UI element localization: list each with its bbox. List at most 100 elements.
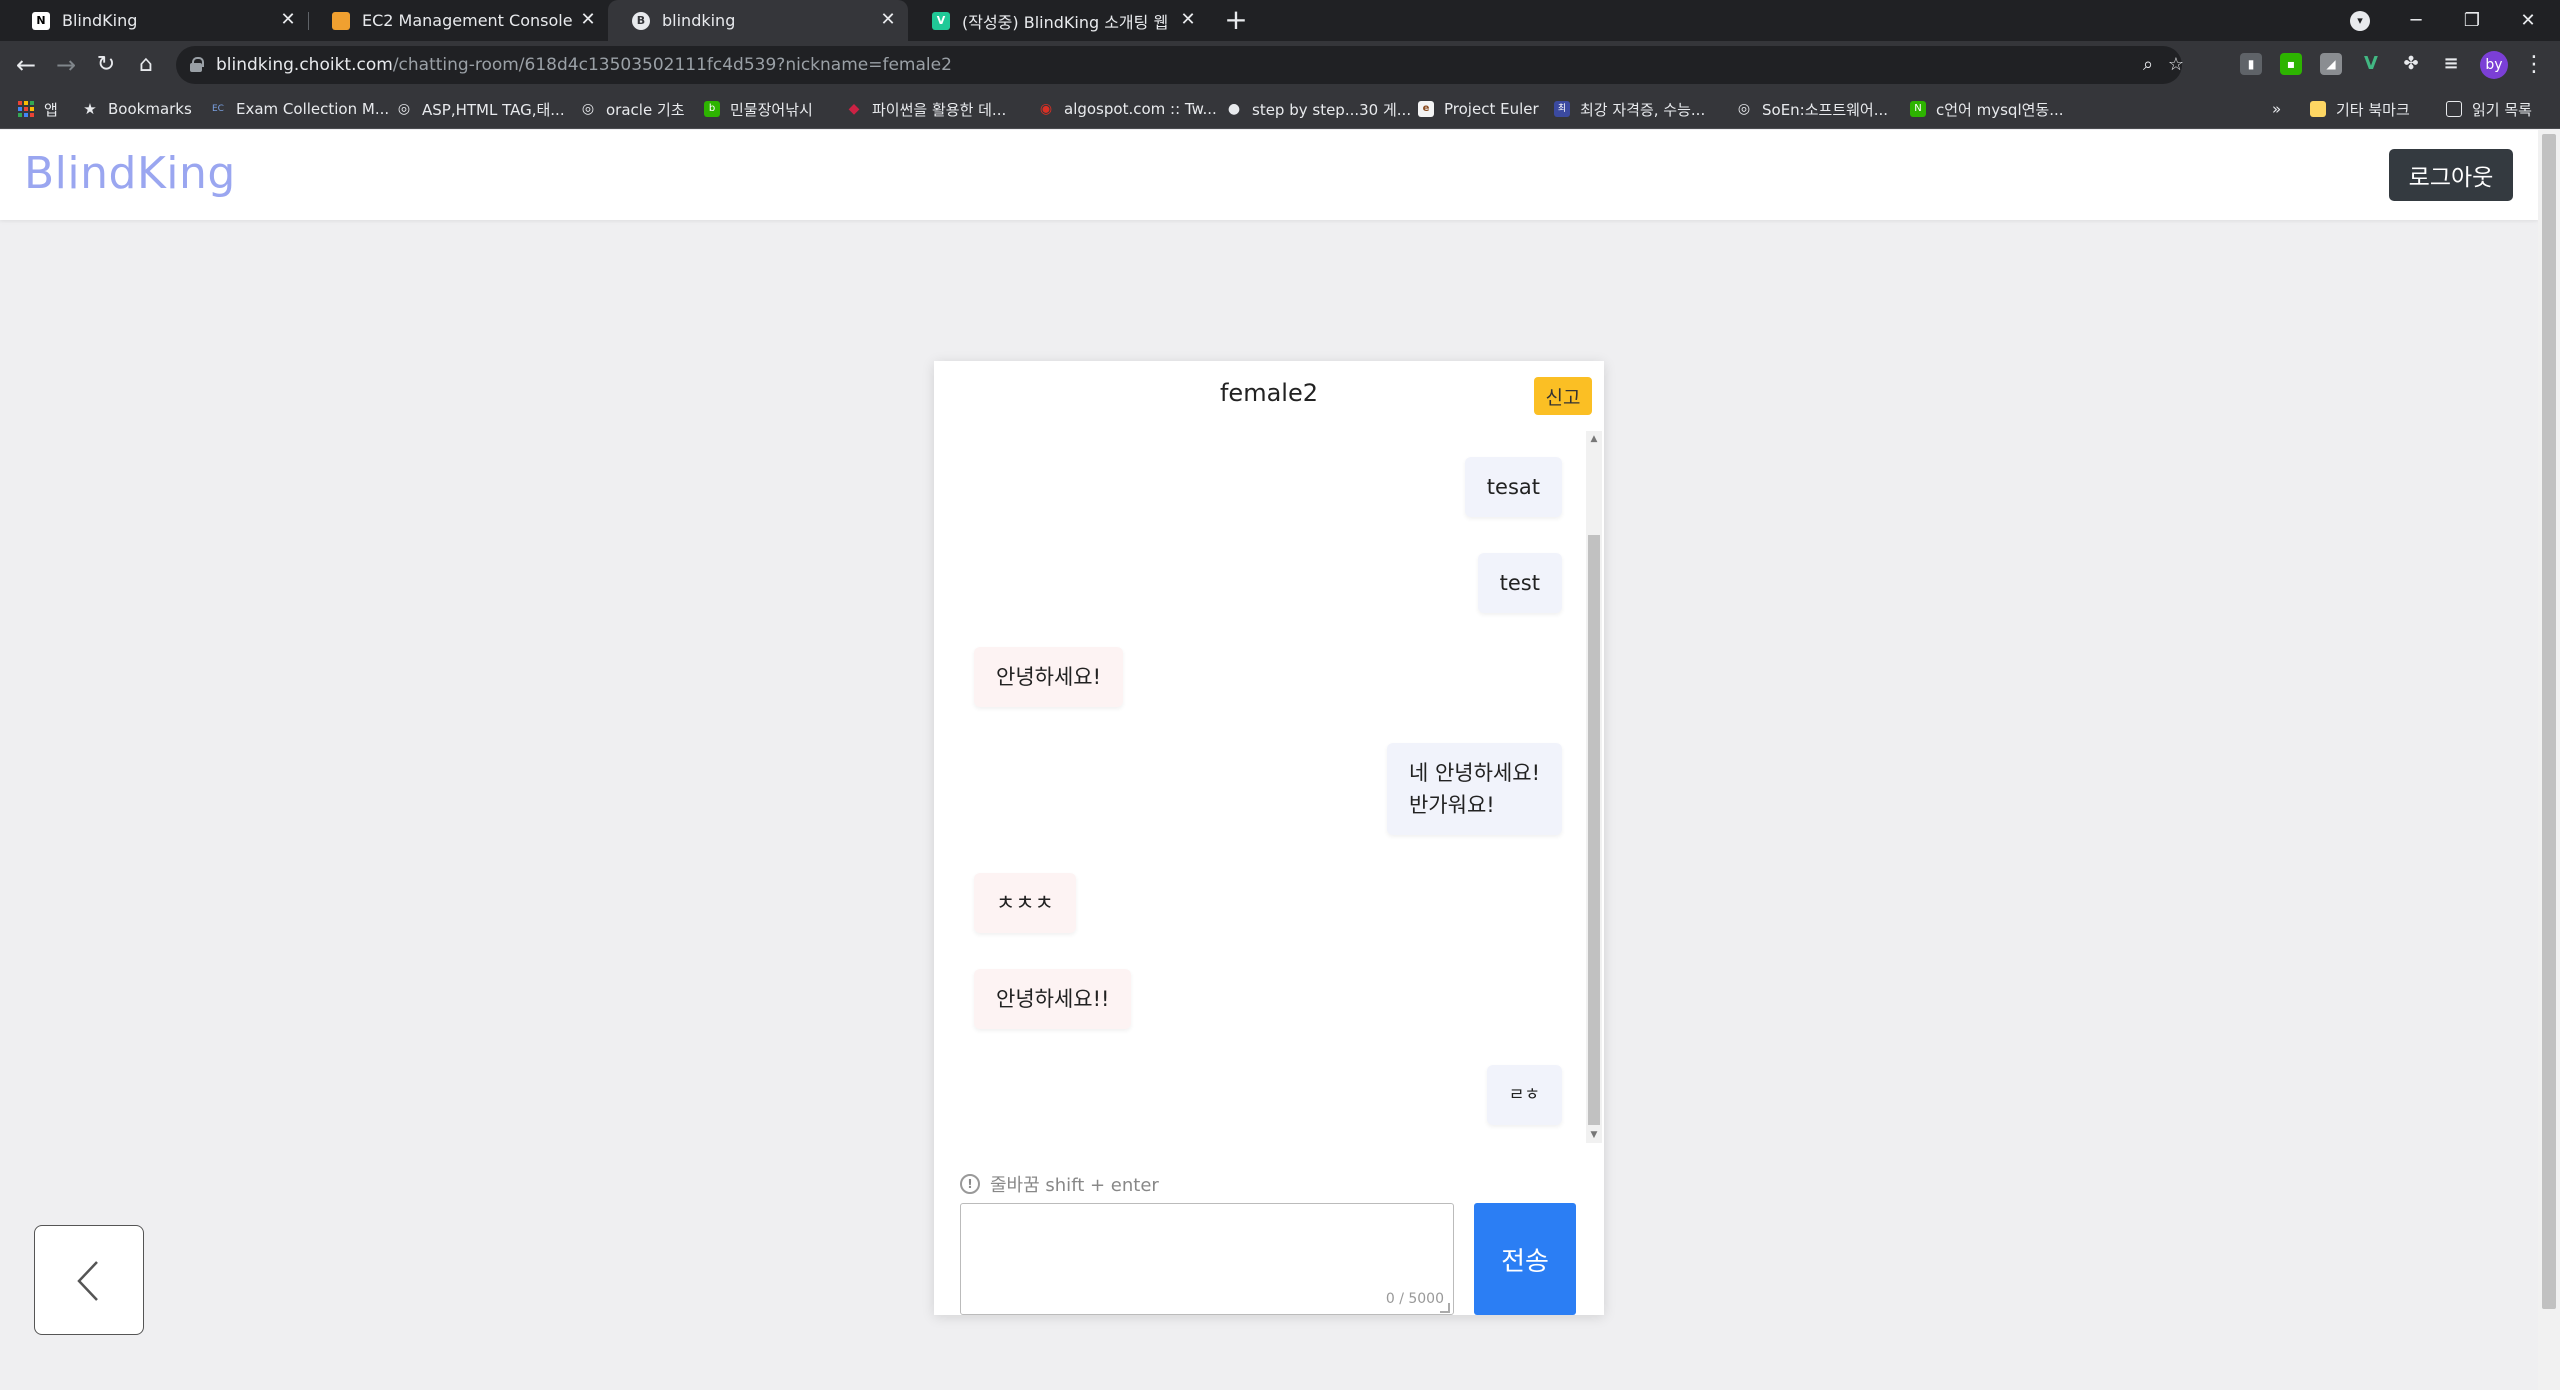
bookmark-label: c언어 mysql연동... xyxy=(1936,100,2064,119)
site-logo[interactable]: BlindKing xyxy=(24,148,236,199)
reading-list[interactable]: 읽기 목록 xyxy=(2446,98,2532,120)
bookmark-label: oracle 기초 xyxy=(606,100,685,119)
bookmark-label: 민물장어낚시 xyxy=(730,100,813,119)
bookmark-star-icon[interactable]: ☆ xyxy=(2164,53,2188,77)
message-bubble-mine: ㄹㅎ xyxy=(1486,1065,1562,1125)
bookmark-label: step by step...30 게... xyxy=(1252,100,1412,119)
bookmark-certificate[interactable]: 최 최강 자격증, 수능... xyxy=(1554,98,1705,120)
window-close-icon[interactable]: ✕ xyxy=(2500,0,2556,41)
naver-blog-icon: b xyxy=(704,101,720,117)
bookmark-apps[interactable]: 앱 xyxy=(18,98,58,120)
bookmark-project-euler[interactable]: e Project Euler xyxy=(1418,98,1539,120)
bookmarks-overflow-chevron-icon[interactable]: » xyxy=(2272,98,2281,120)
globe-icon: ◎ xyxy=(581,101,595,117)
tab-search-icon[interactable]: ▾ xyxy=(2350,11,2370,31)
tab-blindking-active[interactable]: B blindking ✕ xyxy=(608,0,908,41)
address-bar[interactable]: blindking.choikt.com/chatting-room/618d4… xyxy=(176,46,2184,84)
bookmark-label: SoEn:소프트웨어... xyxy=(1762,100,1889,119)
close-icon[interactable]: ✕ xyxy=(278,10,298,30)
close-icon[interactable]: ✕ xyxy=(878,10,898,30)
menu-kebab-icon[interactable]: ⋮ xyxy=(2522,49,2546,81)
message-bubble-mine: test xyxy=(1477,553,1562,613)
bookmark-other-folder[interactable]: 기타 북마크 xyxy=(2310,98,2410,120)
report-button[interactable]: 신고 xyxy=(1534,377,1592,415)
send-button[interactable]: 전송 xyxy=(1474,1203,1576,1315)
bookmark-label: Bookmarks xyxy=(108,100,192,118)
bookmark-folder-bookmarks[interactable]: ★ Bookmarks xyxy=(82,98,192,120)
message-list[interactable]: tesat test 안녕하세요! 네 안녕하세요! 반가워요! ㅊㅊㅊ 안녕하… xyxy=(934,431,1584,1143)
page-scrollbar[interactable] xyxy=(2538,130,2560,1390)
back-button[interactable] xyxy=(34,1225,144,1335)
zoom-icon[interactable]: ⌕ xyxy=(2136,53,2160,77)
close-icon[interactable]: ✕ xyxy=(578,10,598,30)
logout-button[interactable]: 로그아웃 xyxy=(2389,149,2513,201)
browser-tab-bar: N BlindKing ✕ EC2 Management Console ✕ B… xyxy=(0,0,2560,41)
message-list-scrollbar[interactable]: ▲ ▼ xyxy=(1586,431,1602,1143)
notion-icon: N xyxy=(32,11,50,30)
bookmark-label: 기타 북마크 xyxy=(2336,100,2410,119)
bookmark-fishing[interactable]: b 민물장어낚시 xyxy=(704,98,813,120)
algospot-icon: ◉ xyxy=(1039,101,1053,117)
bookmark-oracle[interactable]: ◎ oracle 기초 xyxy=(580,98,685,120)
bookmark-c-mysql[interactable]: N c언어 mysql연동... xyxy=(1910,98,2064,120)
bookmark-label: ASP,HTML TAG,태... xyxy=(422,100,565,119)
tab-blindking-notion[interactable]: N BlindKing ✕ xyxy=(8,0,308,41)
chat-partner-nickname: female2 xyxy=(1219,379,1318,407)
scroll-down-arrow-icon[interactable]: ▼ xyxy=(1586,1127,1602,1143)
ec-icon: EC xyxy=(212,104,224,114)
character-counter: 0 / 5000 xyxy=(1385,1291,1444,1307)
globe-icon: ◎ xyxy=(1737,101,1751,117)
restore-icon[interactable]: ❐ xyxy=(2444,0,2500,41)
site-icon: 최 xyxy=(1554,101,1570,117)
bookmark-exam-collection[interactable]: EC Exam Collection M... xyxy=(210,98,389,120)
aws-box-icon xyxy=(332,11,350,30)
info-icon: ! xyxy=(960,1174,980,1194)
extension-naver-icon[interactable]: ▪ xyxy=(2280,53,2302,75)
site-header: BlindKing 로그아웃 xyxy=(0,130,2538,220)
profile-avatar[interactable]: by xyxy=(2480,51,2508,79)
bookmark-label: algospot.com :: Tw... xyxy=(1064,100,1217,118)
media-queue-icon[interactable]: ≡ xyxy=(2440,53,2462,75)
naver-icon: N xyxy=(1910,101,1926,117)
bookmark-asp-html[interactable]: ◎ ASP,HTML TAG,태... xyxy=(396,98,565,120)
scrollbar-thumb[interactable] xyxy=(2542,134,2556,1309)
message-bubble-mine: tesat xyxy=(1464,457,1562,517)
url-path: /chatting-room/618d4c13503502111fc4d539?… xyxy=(392,55,952,75)
bookmark-step-by-step[interactable]: ● step by step...30 게... xyxy=(1226,98,1411,120)
tab-velog-draft[interactable]: V (작성중) BlindKing 소개팅 웹 소 ✕ xyxy=(908,0,1208,41)
tab-title: (작성중) BlindKing 소개팅 웹 소 xyxy=(962,12,1174,32)
hint-text: 줄바꿈 shift + enter xyxy=(990,1175,1159,1196)
bookmark-label: Project Euler xyxy=(1444,100,1539,118)
scroll-up-arrow-icon[interactable]: ▲ xyxy=(1586,431,1602,447)
euler-icon: e xyxy=(1418,101,1434,117)
chevron-left-icon xyxy=(77,1261,98,1301)
minimize-icon[interactable]: ─ xyxy=(2388,0,2444,41)
close-icon[interactable]: ✕ xyxy=(1178,10,1198,30)
bookmark-python[interactable]: ◆ 파이썬을 활용한 데... xyxy=(846,98,1007,120)
lock-icon xyxy=(190,57,204,72)
new-tab-button[interactable]: + xyxy=(1220,4,1252,36)
extension-vue-icon[interactable]: V xyxy=(2360,53,2382,75)
forward-arrow-icon[interactable]: → xyxy=(48,47,84,83)
bookmark-algospot[interactable]: ◉ algospot.com :: Tw... xyxy=(1038,98,1217,120)
home-icon[interactable]: ⌂ xyxy=(128,47,164,83)
tab-ec2-console[interactable]: EC2 Management Console ✕ xyxy=(308,0,608,41)
reload-icon[interactable]: ↻ xyxy=(88,47,124,83)
extension-icon[interactable]: ▮ xyxy=(2240,53,2262,75)
scrollbar-thumb[interactable] xyxy=(1588,535,1600,1125)
tab-title: BlindKing xyxy=(62,11,138,30)
extension-pen-icon[interactable]: ◢ xyxy=(2320,53,2342,75)
blindking-favicon-icon: B xyxy=(632,11,650,30)
apps-grid-icon xyxy=(18,101,34,117)
star-icon: ★ xyxy=(83,100,97,118)
extensions-puzzle-icon[interactable]: ✤ xyxy=(2400,53,2422,75)
url-text: blindking.choikt.com/chatting-room/618d4… xyxy=(216,55,952,75)
back-arrow-icon[interactable]: ← xyxy=(8,47,44,83)
bookmark-label: Exam Collection M... xyxy=(236,100,390,118)
velog-icon: V xyxy=(932,11,950,30)
folder-icon xyxy=(2310,101,2326,117)
bookmark-label: 읽기 목록 xyxy=(2472,100,2532,119)
resize-handle-icon[interactable] xyxy=(1440,1303,1450,1313)
bookmark-soen[interactable]: ◎ SoEn:소프트웨어... xyxy=(1736,98,1888,120)
tab-title: EC2 Management Console xyxy=(362,11,573,30)
